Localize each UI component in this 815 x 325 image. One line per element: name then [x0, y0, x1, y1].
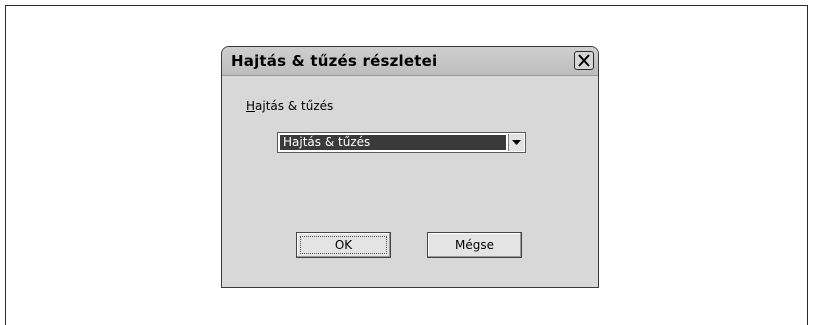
label-accelerator: H — [246, 99, 256, 113]
dialog-title: Hajtás & tűzés részletei — [231, 52, 438, 70]
dropdown-button[interactable] — [508, 134, 524, 151]
ok-button[interactable]: OK — [296, 232, 391, 258]
chevron-down-icon — [512, 140, 521, 145]
close-icon — [578, 54, 590, 67]
label-text: ajtás & tűzés — [255, 99, 334, 113]
binding-stapling-details-dialog: Hajtás & tűzés részletei Hajtás & tűzés … — [221, 46, 599, 288]
cancel-button[interactable]: Mégse — [427, 232, 522, 258]
dialog-titlebar[interactable]: Hajtás & tűzés részletei — [222, 47, 598, 76]
close-button[interactable] — [574, 51, 594, 70]
binding-stapling-label: Hajtás & tűzés — [246, 99, 333, 113]
binding-stapling-select[interactable]: Hajtás & tűzés — [277, 132, 526, 153]
select-value: Hajtás & tűzés — [280, 135, 506, 150]
